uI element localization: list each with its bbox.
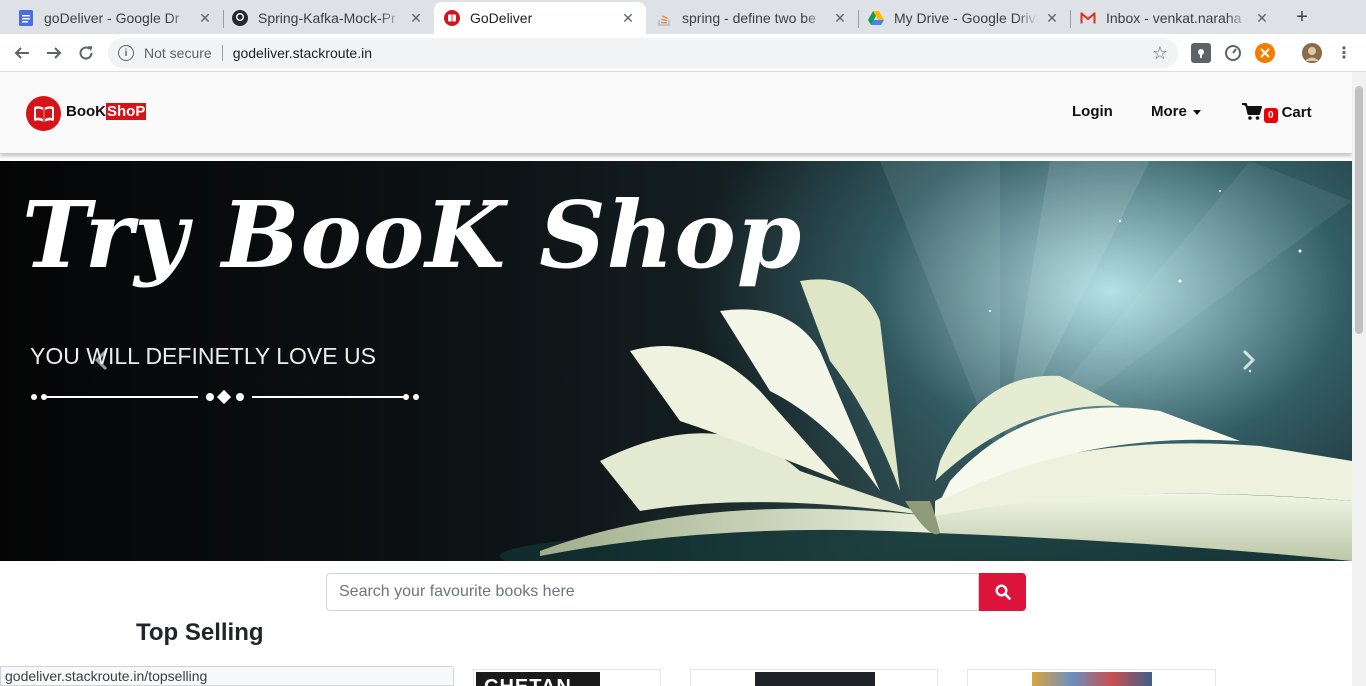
- book-search-input[interactable]: [326, 573, 979, 611]
- web-page: BooKShoP Login More 0 Cart Try BooK Shop…: [0, 72, 1352, 686]
- close-tab-icon[interactable]: ✕: [1254, 10, 1270, 26]
- page-scrollbar[interactable]: [1352, 72, 1366, 686]
- more-dropdown[interactable]: More: [1151, 103, 1201, 120]
- cart-label: Cart: [1281, 103, 1312, 121]
- browser-tab[interactable]: goDeliver - Google Dr ✕: [8, 2, 224, 34]
- tab-title: Spring-Kafka-Mock-Pr: [258, 10, 396, 26]
- ornament-divider-icon: [31, 389, 419, 405]
- tab-title: Inbox - venkat.naraha: [1106, 10, 1242, 26]
- profile-avatar[interactable]: [1302, 43, 1322, 63]
- kebab-menu-icon[interactable]: ⋮: [1334, 43, 1354, 63]
- new-tab-button[interactable]: +: [1290, 6, 1314, 28]
- close-tab-icon[interactable]: ✕: [1044, 10, 1060, 26]
- gmail-icon: [1080, 10, 1096, 26]
- back-button[interactable]: [10, 41, 34, 65]
- hero-title: Try BooK Shop: [22, 181, 803, 289]
- stackoverflow-icon: [656, 10, 672, 26]
- security-label: Not secure: [144, 45, 212, 61]
- hero-carousel: Try BooK Shop YOU WILL DEFINETLY LOVE US: [0, 161, 1352, 561]
- scrollbar-thumb[interactable]: [1355, 86, 1363, 334]
- book-cover-image: [1032, 672, 1152, 686]
- browser-toolbar: i Not secure godeliver.stackroute.in ☆ ⋮: [0, 34, 1366, 72]
- close-tab-icon[interactable]: ✕: [408, 10, 424, 26]
- close-tab-icon[interactable]: ✕: [197, 10, 213, 26]
- caret-down-icon: [1192, 109, 1201, 115]
- hero-subtitle: YOU WILL DEFINETLY LOVE US: [30, 343, 376, 369]
- reload-button[interactable]: [74, 41, 98, 65]
- more-label: More: [1151, 103, 1187, 120]
- cart-count-badge: 0: [1264, 107, 1278, 123]
- browser-tab[interactable]: Inbox - venkat.naraha ✕: [1070, 2, 1280, 34]
- close-tab-icon[interactable]: ✕: [832, 10, 848, 26]
- forward-button[interactable]: [42, 41, 66, 65]
- url-text[interactable]: godeliver.stackroute.in: [233, 45, 372, 61]
- browser-tab[interactable]: Spring-Kafka-Mock-Pr ✕: [222, 2, 435, 34]
- tab-title: spring - define two be: [682, 10, 816, 26]
- bookmark-star-icon[interactable]: ☆: [1152, 43, 1168, 64]
- carousel-next-icon[interactable]: [1242, 349, 1256, 377]
- carousel-prev-icon[interactable]: [94, 349, 108, 377]
- address-bar[interactable]: i Not secure godeliver.stackroute.in ☆: [108, 38, 1178, 68]
- google-docs-icon: [18, 10, 34, 26]
- shopping-cart-icon: [1242, 103, 1262, 120]
- forward-arrow-icon: [47, 47, 62, 59]
- tab-title: My Drive - Google Driv: [894, 10, 1036, 26]
- browser-tab-active[interactable]: GoDeliver ✕: [434, 2, 646, 34]
- brand-name[interactable]: BooKShoP: [66, 103, 147, 120]
- brand-part1: BooK: [66, 103, 106, 120]
- book-logo-icon[interactable]: [26, 96, 61, 131]
- close-tab-icon[interactable]: ✕: [620, 10, 636, 26]
- browser-tab[interactable]: My Drive - Google Driv ✕: [858, 2, 1071, 34]
- search-icon: [994, 584, 1011, 600]
- browser-tab-strip: goDeliver - Google Dr ✕ Spring-Kafka-Moc…: [0, 0, 1366, 34]
- extension-icon[interactable]: [1191, 43, 1211, 63]
- tab-title: GoDeliver: [470, 10, 533, 26]
- browser-tab[interactable]: spring - define two be ✕: [646, 2, 859, 34]
- status-bar-url: godeliver.stackroute.in/topselling: [0, 666, 454, 686]
- book-cover-text: CHETAN: [476, 672, 600, 686]
- divider: [221, 45, 223, 61]
- tab-title: goDeliver - Google Dr: [44, 10, 180, 26]
- info-icon[interactable]: i: [118, 45, 134, 61]
- book-card[interactable]: [690, 669, 938, 686]
- speedometer-extension-icon[interactable]: [1223, 43, 1243, 63]
- github-icon: [232, 10, 248, 26]
- book-card[interactable]: [967, 669, 1216, 686]
- book-card[interactable]: CHETAN: [473, 669, 661, 686]
- site-navbar: BooKShoP Login More 0 Cart: [0, 72, 1352, 154]
- top-selling-heading: Top Selling: [136, 619, 264, 646]
- back-arrow-icon: [14, 47, 29, 59]
- reload-icon: [79, 46, 93, 60]
- godeliver-icon: [444, 10, 460, 26]
- search-button[interactable]: [979, 573, 1026, 611]
- login-link[interactable]: Login: [1072, 103, 1113, 120]
- google-drive-icon: [868, 10, 884, 26]
- brand-part2: ShoP: [106, 103, 147, 120]
- book-search-form: [326, 573, 1026, 611]
- book-cover-image: [755, 672, 875, 686]
- orange-extension-icon[interactable]: [1255, 43, 1275, 63]
- cart-link[interactable]: 0 Cart: [1242, 103, 1312, 123]
